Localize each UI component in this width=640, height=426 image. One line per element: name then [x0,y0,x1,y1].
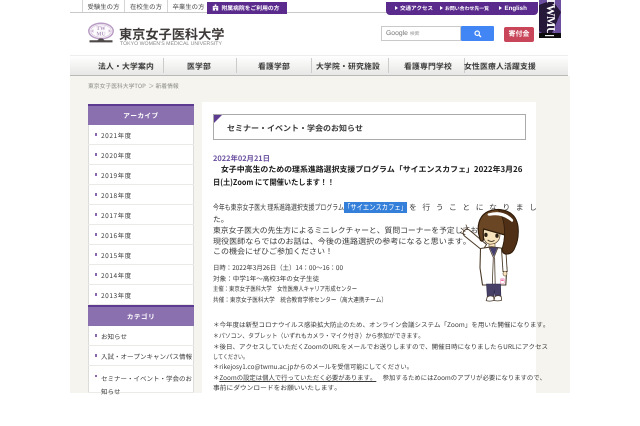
svg-text:MU: MU [96,32,105,38]
svg-text:TWMU: TWMU [544,0,558,36]
